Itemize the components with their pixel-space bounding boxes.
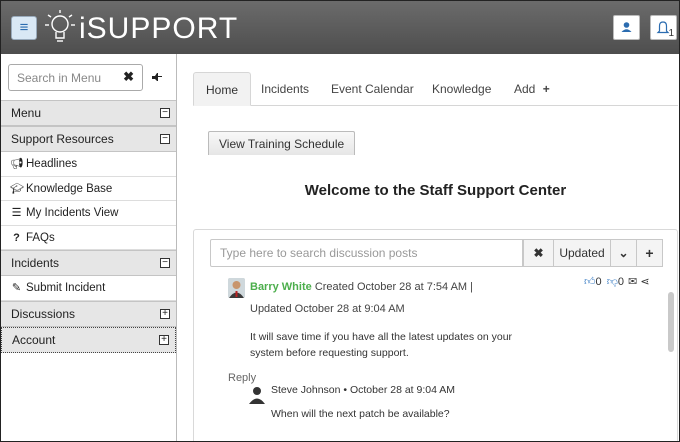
sort-select[interactable]: Updated [553,239,611,267]
sidebar-item-label: My Incidents View [26,207,119,219]
home-tab-content: View Training Schedule Welcome to the St… [193,106,678,441]
discussion-search-input[interactable] [220,246,510,260]
section-label: Account [12,332,56,347]
tab-incidents[interactable]: Incidents [261,72,309,106]
section-label: Discussions [11,306,76,321]
lightbulb-logo-icon [45,10,75,42]
reply-avatar [249,387,265,404]
post-updated: Updated October 28 at 9:04 AM [250,303,405,315]
sidebar: ✖ Menu − Support Resources − 📢︎Headlines… [1,54,177,441]
user-profile-button[interactable] [613,15,640,40]
expand-icon[interactable]: + [160,308,170,319]
like-count: 0 [595,276,602,288]
main-content: Home Incidents Event Calendar Knowledge … [178,54,679,441]
sidebar-item-headlines[interactable]: 📢︎ Headlines [1,152,176,177]
section-support-resources[interactable]: Support Resources − [1,126,176,152]
thumbs-up-icon[interactable]: 👍︎ [584,275,596,288]
section-discussions[interactable]: Discussions + [1,300,176,327]
email-icon[interactable]: ✉ [628,275,637,288]
dislike-count: 0 [617,276,624,288]
edit-icon: ✎ [11,282,22,294]
sidebar-item-label: Knowledge Base [26,182,113,195]
sidebar-item-faqs[interactable]: ? FAQs [1,225,176,250]
discussion-panel: ✖ Updated ⌄ + [193,229,678,441]
collapse-icon[interactable]: − [160,258,170,268]
post-actions: 👍︎0 👎︎0 ✉ ⋖ [584,275,650,288]
close-icon: ✖ [533,246,544,260]
notification-count-badge: 1 [668,28,674,39]
graduation-cap-icon: 🎓︎ [10,182,24,195]
clear-search-icon[interactable]: ✖ [123,69,134,85]
sidebar-item-my-incidents-view[interactable]: ☰ My Incidents View [1,201,176,226]
tab-bar: Home Incidents Event Calendar Knowledge … [193,70,678,106]
share-icon[interactable]: ⋖ [640,275,649,288]
section-account[interactable]: Account + [1,326,176,353]
scrollbar-thumb[interactable] [668,292,674,352]
sidebar-nav: Menu − Support Resources − 📢︎ Headlines 🎓… [1,100,176,353]
tab-add[interactable]: Add + [514,72,550,106]
collapse-icon[interactable]: − [160,134,170,144]
app-window: ≡ iSUPPORT 1 Search in Menu ✖ Menu − Sup… [0,0,680,442]
notifications-button[interactable]: 1 [650,15,677,40]
pin-icon[interactable] [150,70,164,84]
menu-search-input[interactable] [17,69,117,86]
post-body-line: system before requesting support. [250,347,409,359]
tab-knowledge[interactable]: Knowledge [432,72,491,106]
post-body-line: It will save time if you have all the la… [250,331,513,343]
page-title: Welcome to the Staff Support Center [304,182,567,199]
clear-search-button[interactable]: ✖ [523,239,554,267]
tab-home[interactable]: Home [193,72,252,106]
megaphone-icon: 📢︎ [10,158,24,170]
sidebar-item-submit-incident[interactable]: ✎ Submit Incident [1,276,176,301]
sidebar-item-label: Submit Incident [26,282,106,294]
app-logo-text: iSUPPORT [79,12,239,45]
plus-icon: + [542,82,550,96]
section-label: Incidents [11,256,60,270]
discussion-search-box [210,239,523,267]
reply-meta: Steve Johnson • October 28 at 9:04 AM [271,384,456,396]
hamburger-menu-icon[interactable]: ≡ [11,16,37,40]
post-meta: Barry White Created October 28 at 7:54 A… [250,281,473,293]
post-author-link[interactable]: Barry White [250,281,312,293]
view-training-schedule-button[interactable]: View Training Schedule [208,131,356,155]
post-body: It will save time if you have all the la… [250,329,540,361]
reply-body: When will the next patch be available? [271,408,450,420]
expand-icon[interactable]: + [159,334,169,345]
list-icon: ☰ [11,207,22,219]
reply-link[interactable]: Reply [228,372,256,384]
add-discussion-button[interactable]: + [636,239,663,267]
avatar [228,278,245,298]
section-label: Menu [11,106,42,120]
sidebar-item-label: Headlines [26,158,78,170]
sidebar-item-label: FAQs [26,231,55,244]
chevron-down-icon: ⌄ [618,246,629,260]
thumbs-down-icon[interactable]: 👎︎ [607,275,618,288]
sidebar-item-knowledge-base[interactable]: 🎓︎ Knowledge Base [1,176,176,201]
post-created: Created October 28 at 7:54 AM | [314,281,473,293]
user-icon [621,22,632,32]
menu-search-box: ✖ [8,64,143,91]
plus-icon: + [645,245,654,261]
section-menu[interactable]: Menu − [1,100,176,126]
question-icon: ? [13,231,20,244]
section-label: Support Resources [11,132,114,146]
section-incidents[interactable]: Incidents − [1,250,176,276]
sort-label: Updated [559,246,605,260]
tab-add-label: Add [514,82,536,96]
tab-event-calendar[interactable]: Event Calendar [331,72,414,106]
collapse-icon[interactable]: − [160,108,170,118]
sort-dropdown-button[interactable]: ⌄ [610,239,637,267]
top-header: ≡ iSUPPORT 1 [1,1,679,54]
